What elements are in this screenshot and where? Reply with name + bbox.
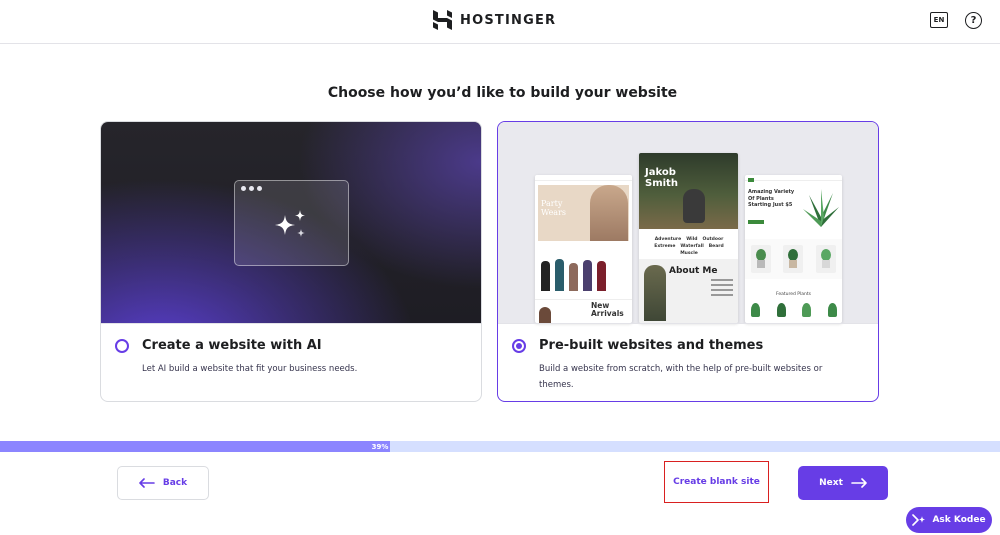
arrow-right-icon <box>851 478 867 488</box>
create-blank-site-button[interactable]: Create blank site <box>664 461 769 503</box>
brand-name: HOSTINGER <box>460 12 557 28</box>
option-title: Create a website with AI <box>142 338 322 353</box>
option-card-ai[interactable]: Create a website with AI Let AI build a … <box>100 121 482 402</box>
thumb-tag: Outdoor <box>702 237 724 242</box>
option-card-prebuilt[interactable]: Party Wears New Arrivals Jakob Smith Adv… <box>497 121 879 402</box>
window-dots <box>241 186 262 191</box>
progress-bar <box>0 441 1000 452</box>
create-blank-site-label: Create blank site <box>673 477 760 487</box>
option-title: Pre-built websites and themes <box>539 338 764 353</box>
thumb-heading: Amazing Variety Of Plants Starting Just … <box>748 189 795 208</box>
progress-label: 39% <box>371 442 389 451</box>
ai-illustration <box>101 122 481 323</box>
thumb-tag: Adventure <box>654 237 682 242</box>
next-button[interactable]: Next <box>798 466 888 500</box>
template-thumbnail-plants: Amazing Variety Of Plants Starting Just … <box>745 175 842 323</box>
ai-window-graphic <box>234 180 349 266</box>
back-button-label: Back <box>162 478 188 488</box>
option-description: Build a website from scratch, with the h… <box>539 364 823 390</box>
radio-prebuilt[interactable] <box>512 339 526 353</box>
template-thumbnail-fashion: Party Wears New Arrivals <box>535 175 632 323</box>
thumb-about: About Me <box>669 266 718 276</box>
help-icon[interactable]: ? <box>965 12 982 29</box>
prebuilt-illustration: Party Wears New Arrivals Jakob Smith Adv… <box>498 122 878 323</box>
ask-kodee-label: Ask Kodee <box>932 515 986 525</box>
top-bar: HOSTINGER EN ? <box>0 0 1000 44</box>
option-card-body: Pre-built websites and themes Build a we… <box>498 323 878 401</box>
template-thumbnail-portfolio: Jakob Smith Adventure Wild Outdoor Extreme W… <box>639 153 738 323</box>
thumb-footer-text: New Arrivals <box>591 301 624 318</box>
kodee-sparkle-icon <box>912 514 926 526</box>
hostinger-logo-icon <box>433 10 452 30</box>
hostinger-logo[interactable]: HOSTINGER <box>433 10 556 30</box>
thumb-tag: Beard <box>708 244 724 249</box>
thumb-tag: Wild <box>686 237 698 242</box>
page-title: Choose how you’d like to build your webs… <box>327 85 678 101</box>
next-button-label: Next <box>819 478 843 488</box>
thumb-section-title: Featured Plants <box>776 292 811 297</box>
plant-icon <box>803 189 839 227</box>
thumb-tags: Adventure Wild Outdoor Extreme Waterfall Bear… <box>643 237 735 256</box>
back-button[interactable]: Back <box>117 466 209 500</box>
thumb-tag: Extreme <box>654 244 676 249</box>
thumb-tag: Waterfall <box>680 244 704 249</box>
thumb-heading: Party Wears <box>541 199 567 217</box>
progress-fill <box>0 441 390 452</box>
help-symbol: ? <box>970 15 977 26</box>
ask-kodee-button[interactable]: Ask Kodee <box>906 507 992 533</box>
language-selector[interactable]: EN <box>930 12 948 28</box>
option-description: Let AI build a website that fit your bus… <box>142 364 358 374</box>
radio-ai[interactable] <box>115 339 129 353</box>
thumb-heading: Jakob Smith <box>645 167 678 189</box>
option-card-body: Create a website with AI Let AI build a … <box>101 323 481 401</box>
sparkles-icon <box>275 210 305 237</box>
thumb-tag: Muscle <box>680 251 698 256</box>
arrow-left-icon <box>139 478 155 488</box>
